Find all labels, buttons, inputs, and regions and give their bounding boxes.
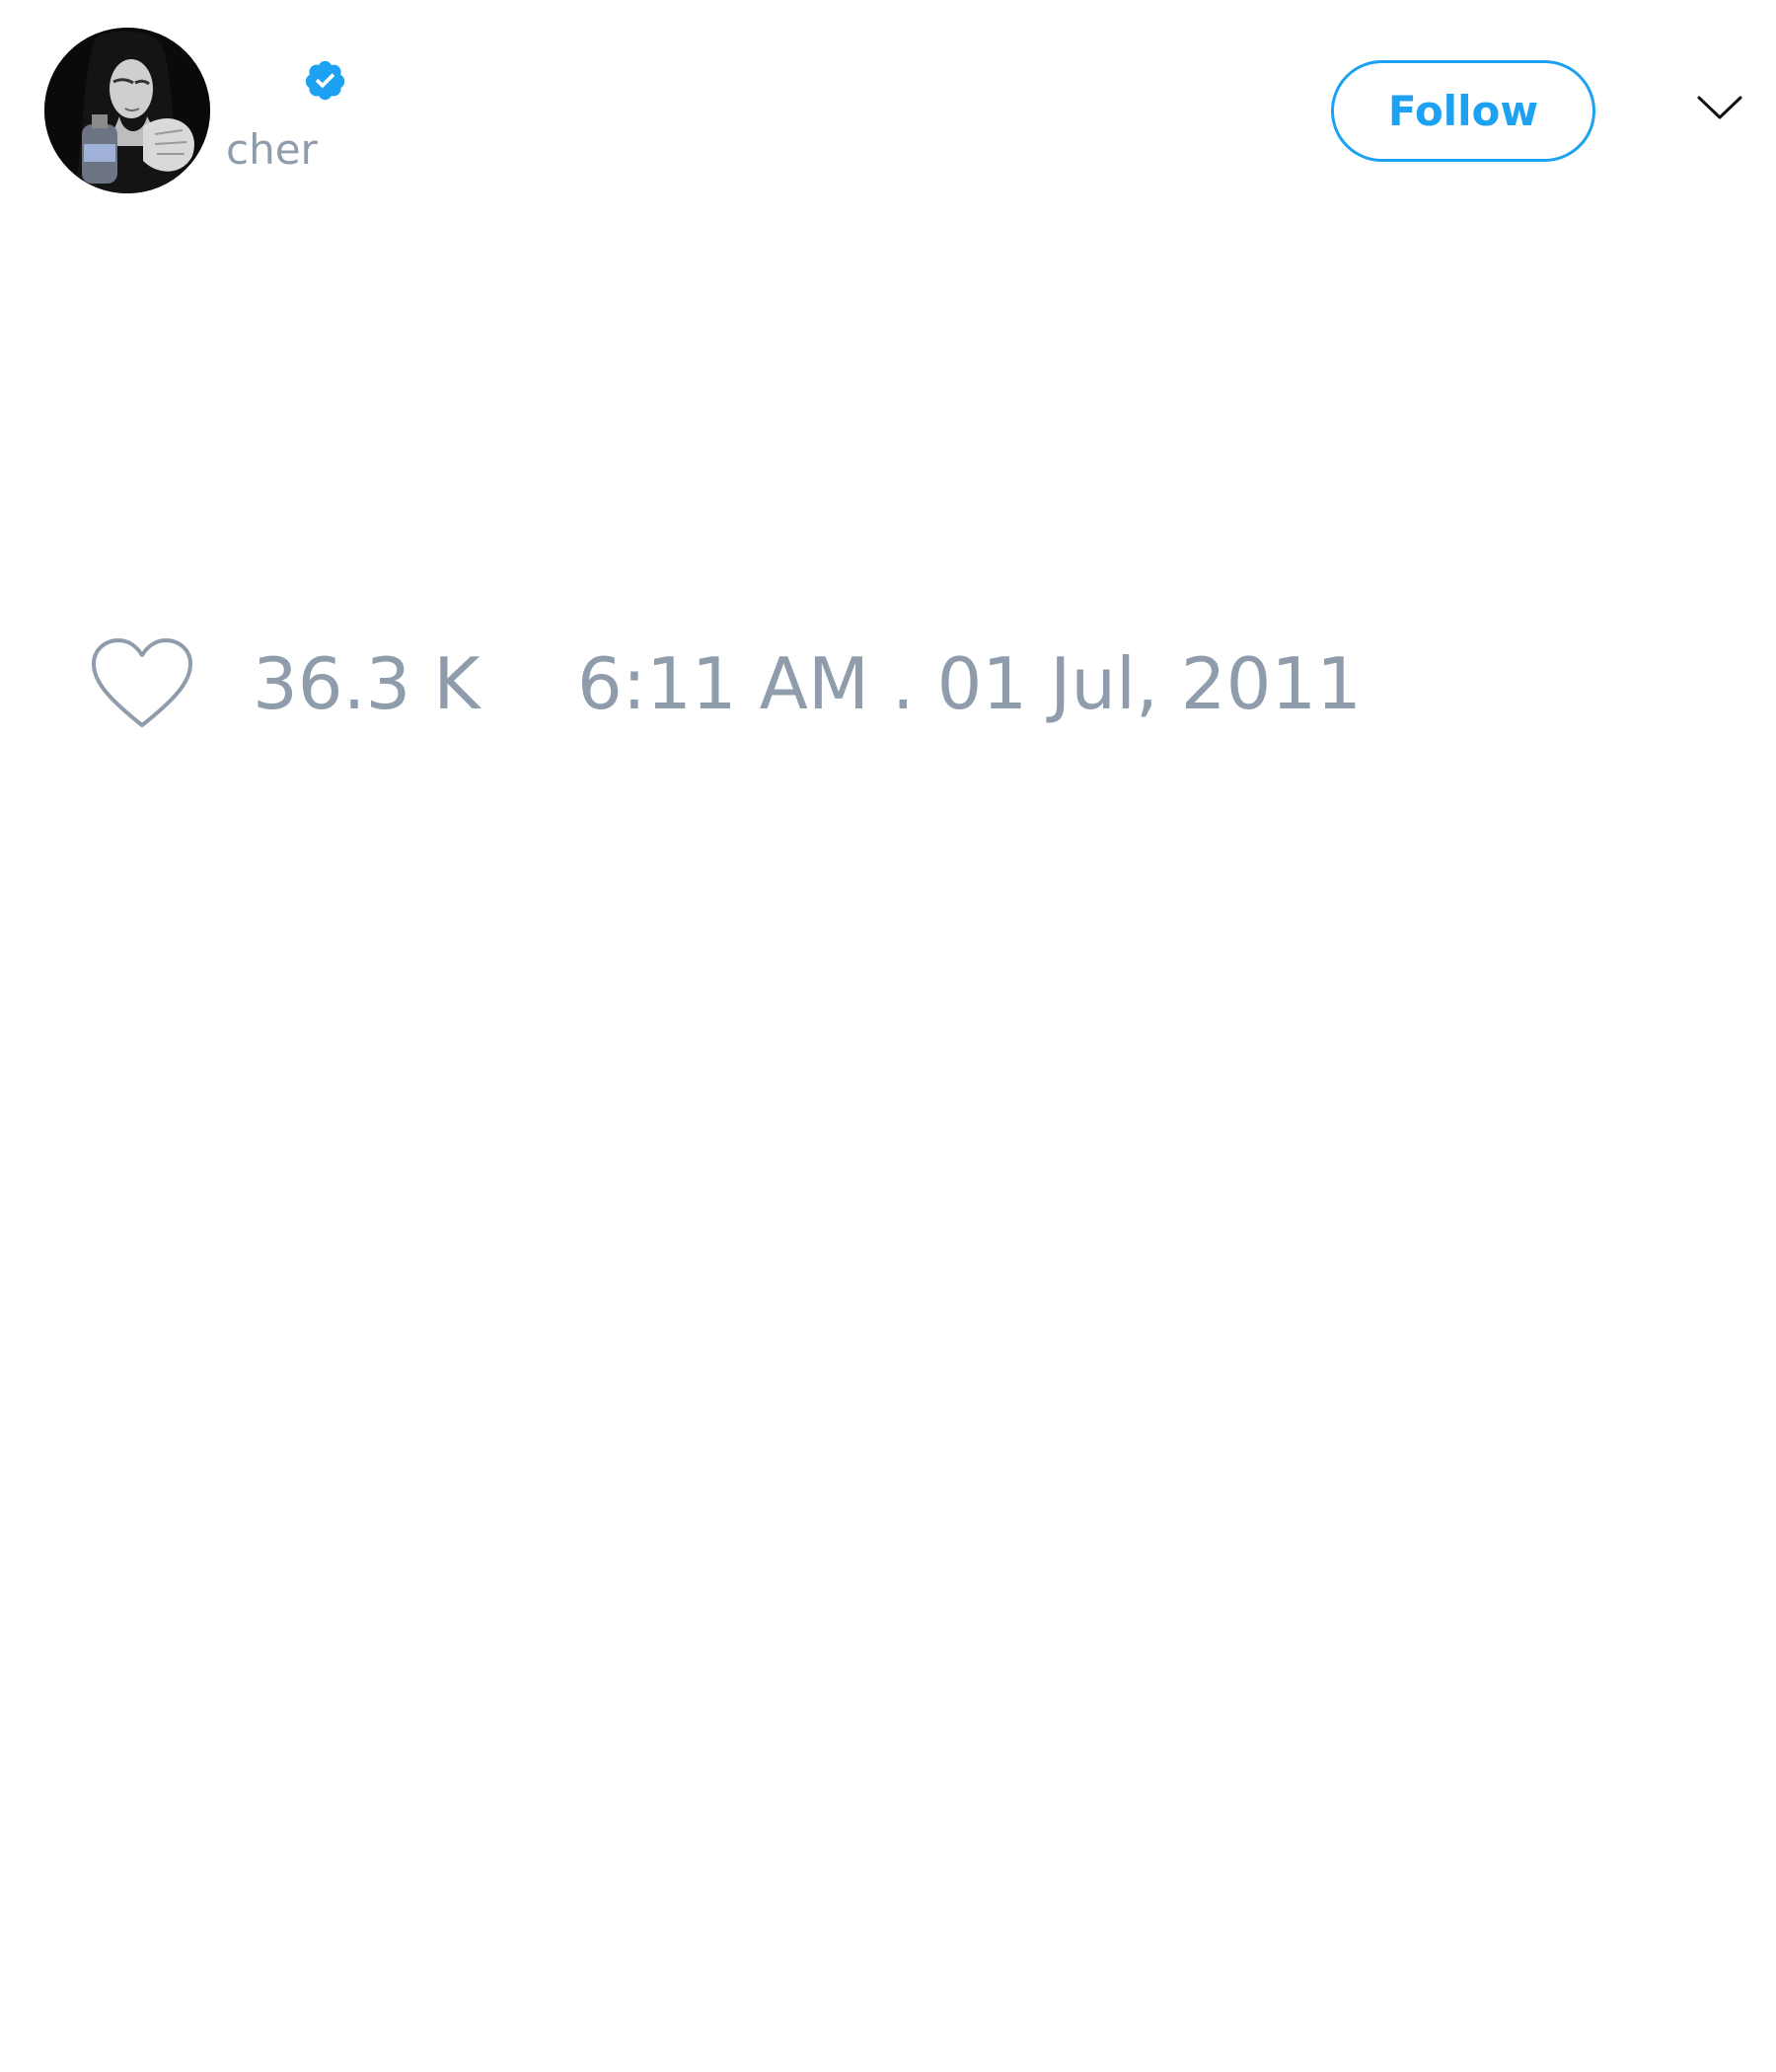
chevron-down-icon[interactable] bbox=[1696, 91, 1743, 124]
avatar[interactable] bbox=[44, 28, 210, 193]
follow-button[interactable]: Follow bbox=[1331, 60, 1595, 162]
tweet-card: cher Follow 36.3 K 6:11 AM . 01 Jul, 201… bbox=[0, 0, 1776, 2072]
author-handle[interactable]: cher bbox=[226, 122, 318, 178]
verified-badge-icon bbox=[303, 58, 347, 103]
tweet-timestamp[interactable]: 6:11 AM . 01 Jul, 2011 bbox=[577, 639, 1362, 728]
heart-icon[interactable] bbox=[90, 636, 194, 731]
like-count: 36.3 K bbox=[253, 642, 481, 725]
